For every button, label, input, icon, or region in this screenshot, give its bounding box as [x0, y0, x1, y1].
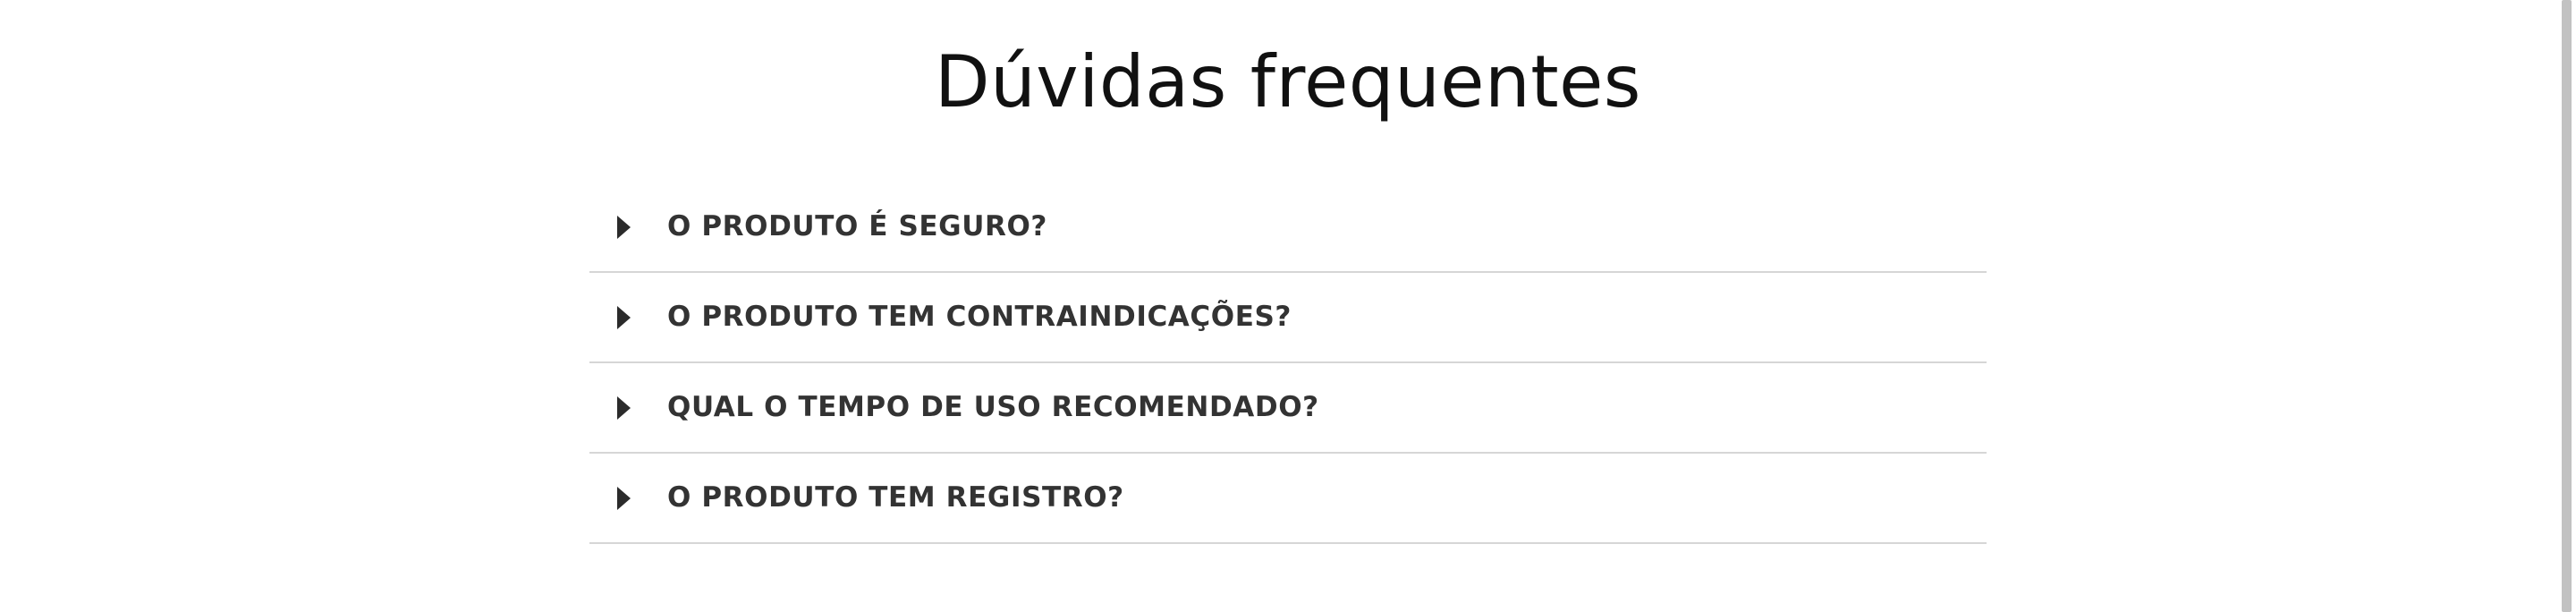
- faq-question: O PRODUTO TEM CONTRAINDICAÇÕES?: [667, 301, 1292, 333]
- scrollbar-thumb[interactable]: [2562, 0, 2572, 612]
- caret-right-icon: [617, 487, 631, 510]
- faq-accordion: O PRODUTO É SEGURO? O PRODUTO TEM CONTRA…: [589, 183, 1987, 544]
- page-title: Dúvidas frequentes: [935, 40, 1641, 123]
- faq-item-registro[interactable]: O PRODUTO TEM REGISTRO?: [589, 454, 1987, 544]
- faq-item-seguro[interactable]: O PRODUTO É SEGURO?: [589, 183, 1987, 273]
- caret-right-icon: [617, 396, 631, 420]
- scrollbar-track[interactable]: [2558, 0, 2576, 612]
- faq-item-tempo-de-uso[interactable]: QUAL O TEMPO DE USO RECOMENDADO?: [589, 363, 1987, 454]
- caret-right-icon: [617, 216, 631, 239]
- faq-question: O PRODUTO É SEGURO?: [667, 210, 1047, 242]
- faq-question: QUAL O TEMPO DE USO RECOMENDADO?: [667, 391, 1319, 423]
- faq-page: Dúvidas frequentes O PRODUTO É SEGURO? O…: [0, 0, 2576, 612]
- caret-right-icon: [617, 306, 631, 329]
- faq-item-contraindicacoes[interactable]: O PRODUTO TEM CONTRAINDICAÇÕES?: [589, 273, 1987, 363]
- faq-question: O PRODUTO TEM REGISTRO?: [667, 481, 1124, 514]
